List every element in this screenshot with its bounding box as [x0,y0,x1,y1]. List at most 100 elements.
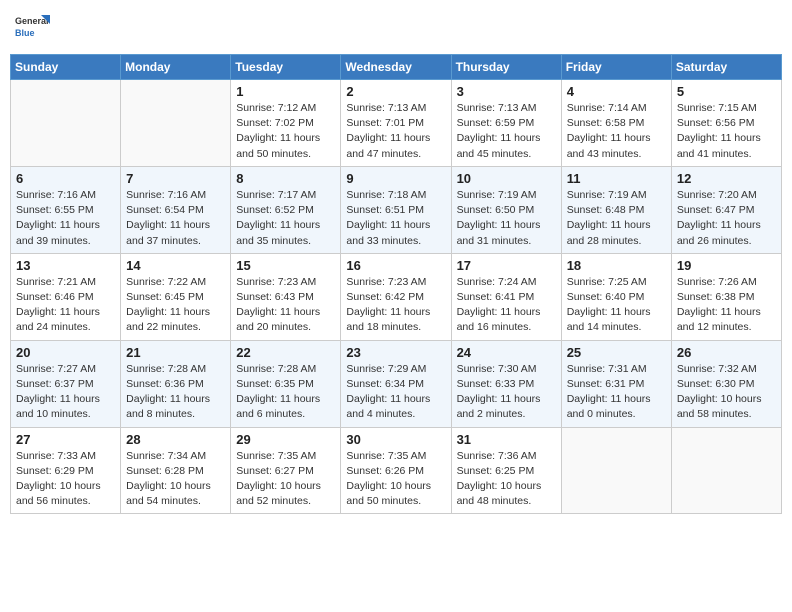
day-number: 4 [567,84,666,99]
day-number: 10 [457,171,556,186]
day-info: Sunrise: 7:27 AMSunset: 6:37 PMDaylight:… [16,362,115,423]
day-number: 2 [346,84,445,99]
calendar-cell: 16 Sunrise: 7:23 AMSunset: 6:42 PMDayligh… [341,253,451,340]
day-number: 8 [236,171,335,186]
day-info: Sunrise: 7:30 AMSunset: 6:33 PMDaylight:… [457,362,556,423]
day-number: 27 [16,432,115,447]
calendar-cell: 11 Sunrise: 7:19 AMSunset: 6:48 PMDayligh… [561,166,671,253]
calendar-cell: 14Sunrise: 7:22 AMSunset: 6:45 PMDayligh… [121,253,231,340]
day-number: 14 [126,258,225,273]
day-number: 18 [567,258,666,273]
calendar-cell: 4Sunrise: 7:14 AMSunset: 6:58 PMDaylight… [561,80,671,167]
calendar-header-row: SundayMondayTuesdayWednesdayThursdayFrid… [11,55,782,80]
day-number: 20 [16,345,115,360]
calendar-cell: 6 Sunrise: 7:16 AMSunset: 6:55 PMDaylight… [11,166,121,253]
calendar-cell [121,80,231,167]
day-header-wednesday: Wednesday [341,55,451,80]
day-number: 11 [567,171,666,186]
calendar-cell: 19 Sunrise: 7:26 AMSunset: 6:38 PMDayligh… [671,253,781,340]
day-info: Sunrise: 7:26 AMSunset: 6:38 PMDaylight:… [677,275,776,336]
day-info: Sunrise: 7:19 AMSunset: 6:48 PMDaylight:… [567,188,666,249]
day-info: Sunrise: 7:33 AMSunset: 6:29 PMDaylight:… [16,449,115,510]
calendar-week-row: 6 Sunrise: 7:16 AMSunset: 6:55 PMDaylight… [11,166,782,253]
day-info: Sunrise: 7:28 AMSunset: 6:36 PMDaylight:… [126,362,225,423]
day-info: Sunrise: 7:36 AMSunset: 6:25 PMDaylight:… [457,449,556,510]
day-number: 28 [126,432,225,447]
day-info: Sunrise: 7:29 AMSunset: 6:34 PMDaylight:… [346,362,445,423]
svg-text:Blue: Blue [15,28,35,38]
day-info: Sunrise: 7:23 AMSunset: 6:43 PMDaylight:… [236,275,335,336]
day-info: Sunrise: 7:15 AMSunset: 6:56 PMDaylight:… [677,101,776,162]
page-header: General Blue [10,10,782,46]
day-number: 30 [346,432,445,447]
logo: General Blue [14,10,50,46]
day-header-tuesday: Tuesday [231,55,341,80]
day-number: 24 [457,345,556,360]
calendar-cell: 18 Sunrise: 7:25 AMSunset: 6:40 PMDayligh… [561,253,671,340]
calendar-cell: 21Sunrise: 7:28 AMSunset: 6:36 PMDayligh… [121,340,231,427]
day-number: 22 [236,345,335,360]
day-number: 31 [457,432,556,447]
day-info: Sunrise: 7:18 AMSunset: 6:51 PMDaylight:… [346,188,445,249]
calendar-cell: 30 Sunrise: 7:35 AMSunset: 6:26 PMDayligh… [341,427,451,514]
calendar-cell [561,427,671,514]
day-info: Sunrise: 7:35 AMSunset: 6:26 PMDaylight:… [346,449,445,510]
calendar-cell: 24 Sunrise: 7:30 AMSunset: 6:33 PMDayligh… [451,340,561,427]
day-header-saturday: Saturday [671,55,781,80]
day-number: 1 [236,84,335,99]
day-info: Sunrise: 7:35 AMSunset: 6:27 PMDaylight:… [236,449,335,510]
day-info: Sunrise: 7:20 AMSunset: 6:47 PMDaylight:… [677,188,776,249]
calendar-cell: 9 Sunrise: 7:18 AMSunset: 6:51 PMDaylight… [341,166,451,253]
day-number: 16 [346,258,445,273]
day-info: Sunrise: 7:25 AMSunset: 6:40 PMDaylight:… [567,275,666,336]
day-info: Sunrise: 7:13 AMSunset: 7:01 PMDaylight:… [346,101,445,162]
day-header-friday: Friday [561,55,671,80]
day-number: 3 [457,84,556,99]
calendar-cell: 31 Sunrise: 7:36 AMSunset: 6:25 PMDayligh… [451,427,561,514]
day-info: Sunrise: 7:16 AMSunset: 6:54 PMDaylight:… [126,188,225,249]
day-number: 6 [16,171,115,186]
day-number: 26 [677,345,776,360]
day-info: Sunrise: 7:21 AMSunset: 6:46 PMDaylight:… [16,275,115,336]
day-number: 7 [126,171,225,186]
calendar-cell: 29 Sunrise: 7:35 AMSunset: 6:27 PMDayligh… [231,427,341,514]
logo-bird-icon: General Blue [14,10,50,46]
calendar-cell: 20 Sunrise: 7:27 AMSunset: 6:37 PMDayligh… [11,340,121,427]
calendar-cell: 5 Sunrise: 7:15 AMSunset: 6:56 PMDaylight… [671,80,781,167]
calendar-cell: 8Sunrise: 7:17 AMSunset: 6:52 PMDaylight… [231,166,341,253]
day-header-monday: Monday [121,55,231,80]
calendar-cell [11,80,121,167]
calendar-week-row: 13 Sunrise: 7:21 AMSunset: 6:46 PMDayligh… [11,253,782,340]
calendar-week-row: 20 Sunrise: 7:27 AMSunset: 6:37 PMDayligh… [11,340,782,427]
day-number: 17 [457,258,556,273]
day-info: Sunrise: 7:28 AMSunset: 6:35 PMDaylight:… [236,362,335,423]
day-info: Sunrise: 7:23 AMSunset: 6:42 PMDaylight:… [346,275,445,336]
day-info: Sunrise: 7:31 AMSunset: 6:31 PMDaylight:… [567,362,666,423]
calendar-table: SundayMondayTuesdayWednesdayThursdayFrid… [10,54,782,514]
day-info: Sunrise: 7:19 AMSunset: 6:50 PMDaylight:… [457,188,556,249]
calendar-cell: 10 Sunrise: 7:19 AMSunset: 6:50 PMDayligh… [451,166,561,253]
calendar-cell [671,427,781,514]
day-info: Sunrise: 7:32 AMSunset: 6:30 PMDaylight:… [677,362,776,423]
day-number: 15 [236,258,335,273]
day-number: 12 [677,171,776,186]
day-number: 19 [677,258,776,273]
calendar-cell: 13 Sunrise: 7:21 AMSunset: 6:46 PMDayligh… [11,253,121,340]
day-info: Sunrise: 7:12 AMSunset: 7:02 PMDaylight:… [236,101,335,162]
calendar-cell: 1 Sunrise: 7:12 AMSunset: 7:02 PMDaylight… [231,80,341,167]
calendar-cell: 23Sunrise: 7:29 AMSunset: 6:34 PMDayligh… [341,340,451,427]
calendar-cell: 7 Sunrise: 7:16 AMSunset: 6:54 PMDaylight… [121,166,231,253]
calendar-week-row: 1 Sunrise: 7:12 AMSunset: 7:02 PMDaylight… [11,80,782,167]
day-number: 25 [567,345,666,360]
calendar-cell: 28 Sunrise: 7:34 AMSunset: 6:28 PMDayligh… [121,427,231,514]
day-info: Sunrise: 7:34 AMSunset: 6:28 PMDaylight:… [126,449,225,510]
calendar-cell: 26 Sunrise: 7:32 AMSunset: 6:30 PMDayligh… [671,340,781,427]
calendar-cell: 3Sunrise: 7:13 AMSunset: 6:59 PMDaylight… [451,80,561,167]
day-number: 29 [236,432,335,447]
day-number: 9 [346,171,445,186]
day-number: 13 [16,258,115,273]
calendar-cell: 25 Sunrise: 7:31 AMSunset: 6:31 PMDayligh… [561,340,671,427]
day-info: Sunrise: 7:16 AMSunset: 6:55 PMDaylight:… [16,188,115,249]
day-info: Sunrise: 7:24 AMSunset: 6:41 PMDaylight:… [457,275,556,336]
day-number: 5 [677,84,776,99]
